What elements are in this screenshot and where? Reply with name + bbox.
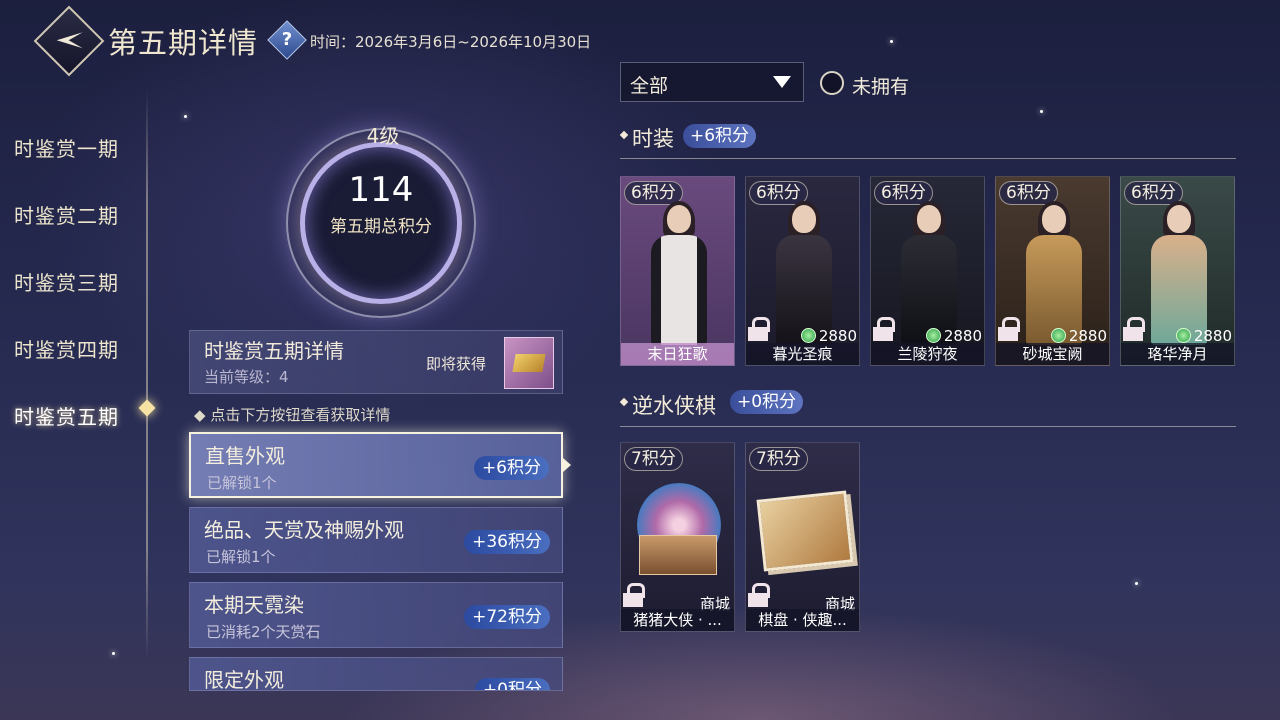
section-bullet-icon: [619, 397, 629, 407]
upcoming-reward-label: 即将获得: [426, 355, 487, 373]
outfit-figure: [649, 201, 709, 345]
fashion-card[interactable]: 6积分 2880 兰陵狩夜: [870, 176, 985, 366]
nav-divider: [146, 90, 148, 660]
jade-coin-icon: [925, 328, 941, 343]
outfit-figure: [1149, 201, 1209, 345]
section-title-fashion: 时装: [632, 127, 674, 151]
section-points-badge: +6积分: [683, 124, 757, 148]
sidebar-item-period-1[interactable]: 时鉴赏一期: [14, 133, 119, 162]
score-caption: 第五期总积分: [330, 217, 432, 237]
row-points-badge: +6积分: [473, 456, 549, 480]
jade-coin-icon: [800, 328, 816, 343]
row-title: 限定外观: [204, 668, 284, 691]
back-button[interactable]: [33, 5, 105, 77]
points-row-premium[interactable]: 绝品、天赏及神赐外观 已解锁1个 +36积分: [189, 507, 563, 573]
row-points-badge: +36积分: [464, 530, 550, 554]
card-name: 兰陵狩夜: [871, 343, 984, 365]
category-dropdown-value: 全部: [630, 75, 669, 97]
jade-coin-icon: [1050, 328, 1066, 343]
row-title: 绝品、天赏及神赐外观: [204, 518, 404, 542]
card-name: 暮光圣痕: [746, 343, 859, 365]
lock-icon: [623, 583, 645, 607]
row-subtitle: 已消耗2个天赏石: [206, 623, 321, 641]
section-divider: [620, 426, 1236, 427]
level-label: 4级: [366, 124, 400, 148]
page-title: 第五期详情: [108, 26, 259, 60]
outfit-figure: [774, 201, 834, 345]
outfit-figure: [899, 201, 959, 345]
lock-icon: [873, 317, 895, 341]
section-divider: [620, 158, 1236, 159]
chevron-down-icon: [773, 76, 791, 88]
sidebar-item-period-4[interactable]: 时鉴赏四期: [14, 334, 119, 363]
hint-text: ◆ 点击下方按钮查看获取详情: [194, 406, 391, 424]
row-title: 本期天霓染: [204, 593, 304, 617]
sidebar-item-period-3[interactable]: 时鉴赏三期: [14, 267, 119, 296]
points-row-dye[interactable]: 本期天霓染 已消耗2个天赏石 +72积分: [189, 582, 563, 648]
sidebar-item-period-2[interactable]: 时鉴赏二期: [14, 200, 119, 229]
upcoming-reward-icon[interactable]: [504, 337, 554, 389]
chess-card[interactable]: 7积分 商城 棋盘 · 侠趣...: [745, 442, 860, 632]
active-marker-icon: [138, 399, 156, 417]
selected-row-arrow-icon: [563, 458, 571, 472]
fashion-card[interactable]: 6积分 2880 珞华净月: [1120, 176, 1235, 366]
chess-board-icon: [756, 490, 854, 572]
row-subtitle: 已解锁1个: [206, 548, 276, 566]
unowned-radio[interactable]: [820, 71, 844, 95]
fashion-card[interactable]: 6积分 2880 暮光圣痕: [745, 176, 860, 366]
points-row-limited[interactable]: 限定外观 +0积分: [189, 657, 563, 691]
lock-icon: [1123, 317, 1145, 341]
unowned-label[interactable]: 未拥有: [852, 72, 909, 99]
jade-coin-icon: [1175, 328, 1191, 343]
total-score: 114: [348, 170, 414, 210]
points-row-direct-sale[interactable]: 直售外观 已解锁1个 +6积分: [189, 432, 563, 498]
card-name: 猪猪大侠 · ...: [621, 609, 734, 631]
back-arrow-icon: [56, 32, 83, 49]
fashion-card[interactable]: 6积分 末日狂歌: [620, 176, 735, 366]
current-level: 当前等级：4: [204, 368, 289, 386]
row-title: 直售外观: [205, 444, 285, 468]
fashion-card[interactable]: 6积分 2880 砂城宝阙: [995, 176, 1110, 366]
question-icon[interactable]: ?: [267, 20, 307, 60]
card-points: 7积分: [624, 447, 683, 471]
card-name: 末日狂歌: [621, 343, 734, 365]
section-points-badge: +0积分: [730, 390, 804, 414]
card-points: 7积分: [749, 447, 808, 471]
section-title-chess: 逆水侠棋: [632, 394, 716, 418]
event-time: 时间：2026年3月6日~2026年10月30日: [310, 33, 592, 51]
row-points-badge: +0积分: [474, 678, 550, 690]
lock-icon: [748, 317, 770, 341]
outfit-figure: [1024, 201, 1084, 345]
card-name: 砂城宝阙: [996, 343, 1109, 365]
row-subtitle: 已解锁1个: [207, 474, 277, 492]
sidebar-item-period-5[interactable]: 时鉴赏五期: [14, 401, 119, 430]
row-points-badge: +72积分: [464, 605, 550, 629]
card-name: 珞华净月: [1121, 343, 1234, 365]
chess-card[interactable]: 7积分 商城 猪猪大侠 · ...: [620, 442, 735, 632]
section-bullet-icon: [619, 130, 629, 140]
chest-icon: [639, 535, 717, 575]
period-detail-title: 时鉴赏五期详情: [204, 339, 344, 363]
card-name: 棋盘 · 侠趣...: [746, 609, 859, 631]
lock-icon: [998, 317, 1020, 341]
lock-icon: [748, 583, 770, 607]
